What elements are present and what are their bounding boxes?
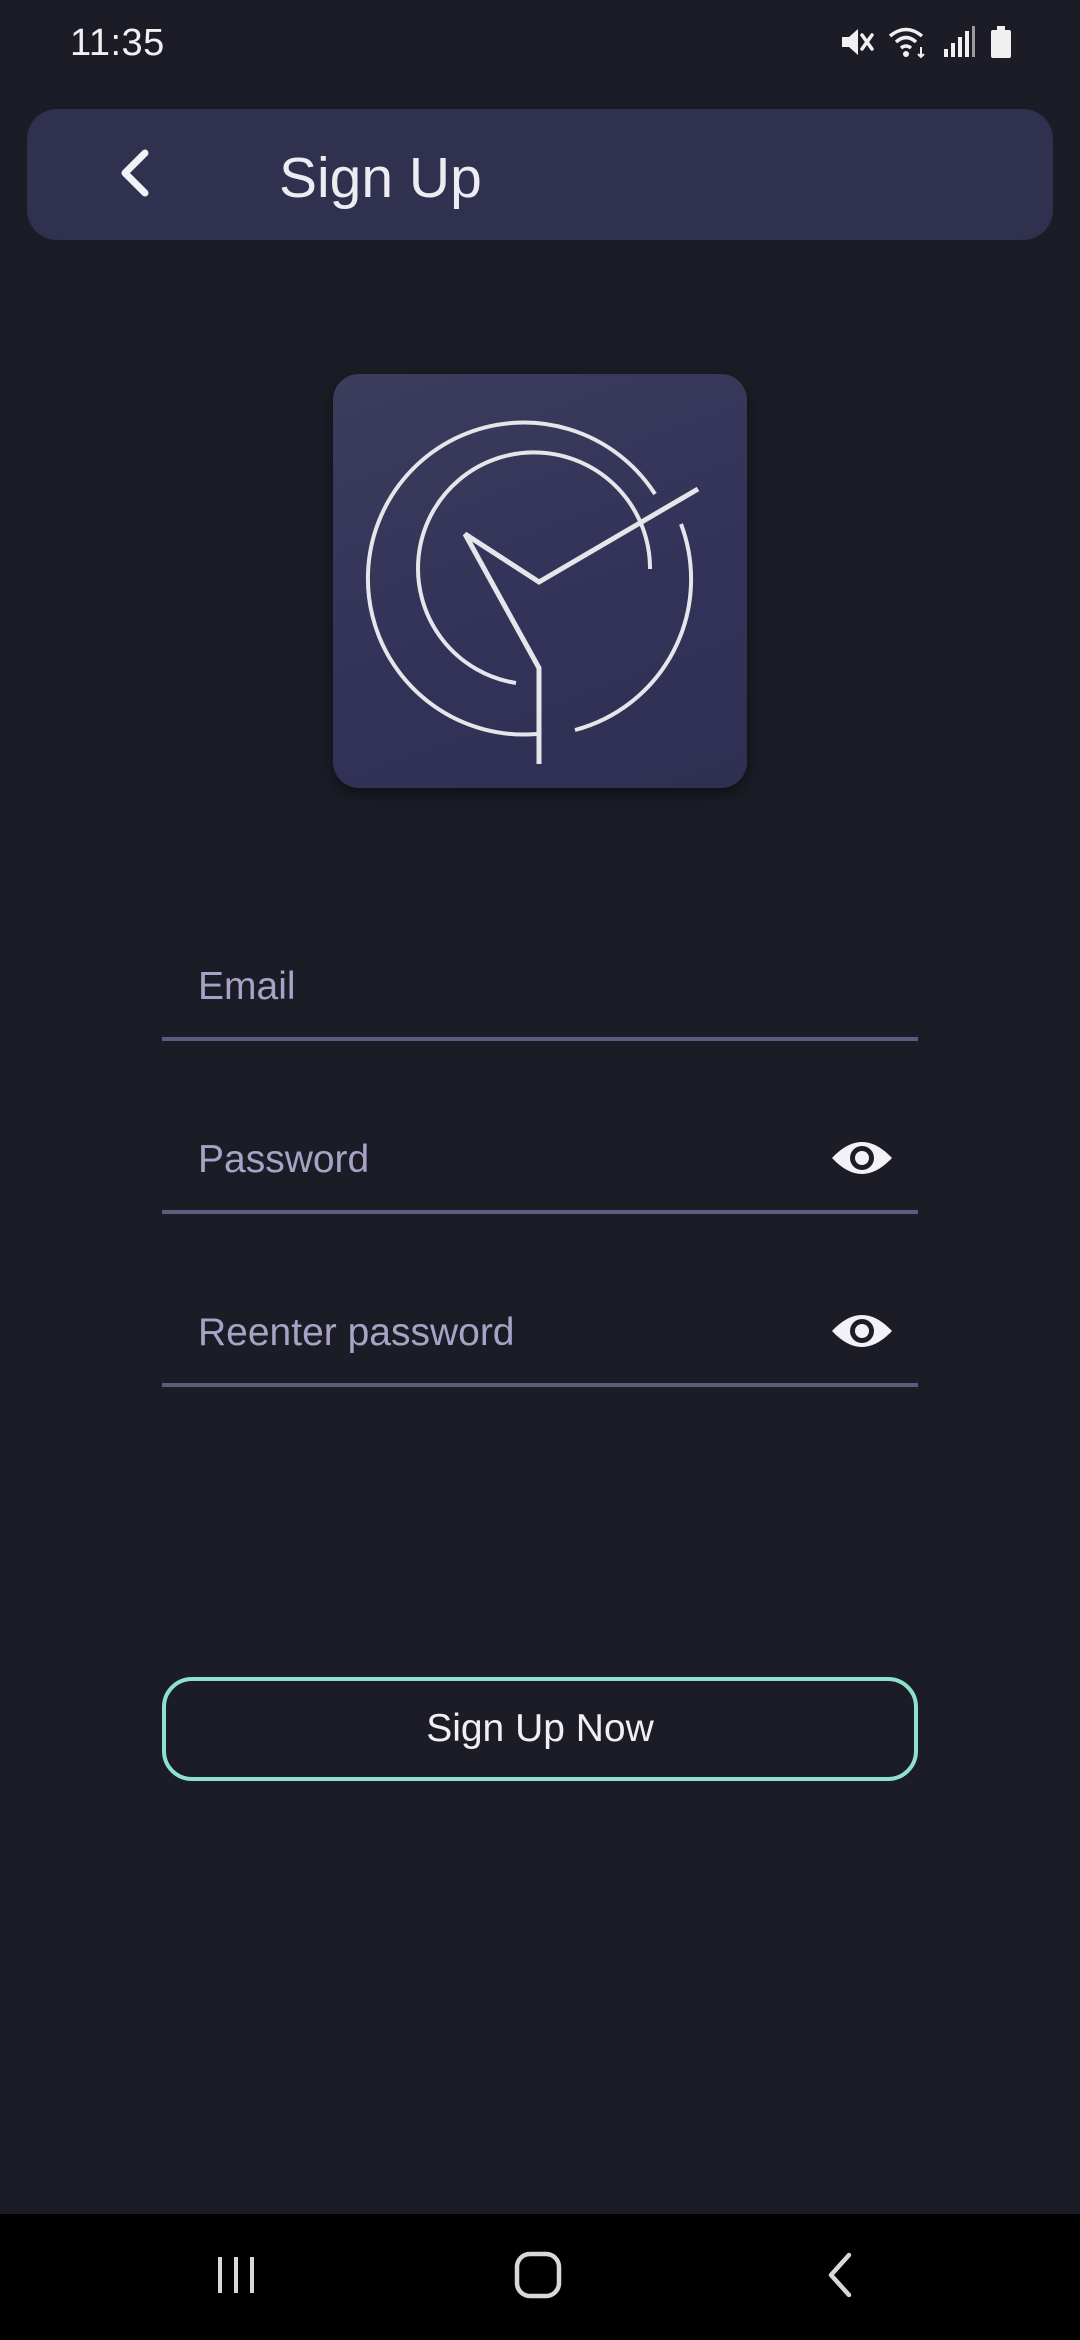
email-field bbox=[162, 921, 918, 1041]
eye-icon bbox=[830, 1309, 894, 1358]
nav-back-button[interactable] bbox=[780, 2214, 900, 2340]
password-visibility-toggle[interactable] bbox=[830, 1136, 894, 1184]
status-bar: 11:35 bbox=[0, 0, 1080, 90]
clock-logo-icon bbox=[333, 420, 747, 792]
chevron-left-icon bbox=[115, 147, 155, 204]
battery-icon bbox=[990, 25, 1012, 59]
home-button[interactable] bbox=[478, 2214, 598, 2340]
status-icons bbox=[838, 22, 1012, 62]
sign-up-now-label: Sign Up Now bbox=[426, 1707, 654, 1750]
password-input[interactable] bbox=[198, 1130, 758, 1190]
eye-icon bbox=[830, 1136, 894, 1185]
wifi-icon bbox=[888, 25, 928, 59]
reenter-password-input[interactable] bbox=[198, 1303, 758, 1363]
system-nav-bar bbox=[0, 2214, 1080, 2340]
app-bar: Sign Up bbox=[27, 109, 1053, 240]
reenter-password-visibility-toggle[interactable] bbox=[830, 1309, 894, 1357]
status-time: 11:35 bbox=[70, 22, 165, 64]
app-logo bbox=[333, 374, 747, 788]
password-field bbox=[162, 1094, 918, 1214]
signal-icon bbox=[942, 25, 976, 59]
back-icon bbox=[823, 2250, 857, 2305]
recent-apps-icon bbox=[214, 2253, 258, 2302]
home-icon bbox=[513, 2250, 563, 2305]
mute-icon bbox=[838, 25, 874, 59]
recent-apps-button[interactable] bbox=[176, 2214, 296, 2340]
back-button[interactable] bbox=[97, 137, 173, 213]
email-input[interactable] bbox=[198, 957, 758, 1017]
reenter-password-field bbox=[162, 1267, 918, 1387]
sign-up-now-button[interactable]: Sign Up Now bbox=[162, 1677, 918, 1781]
page-title: Sign Up bbox=[279, 146, 482, 210]
